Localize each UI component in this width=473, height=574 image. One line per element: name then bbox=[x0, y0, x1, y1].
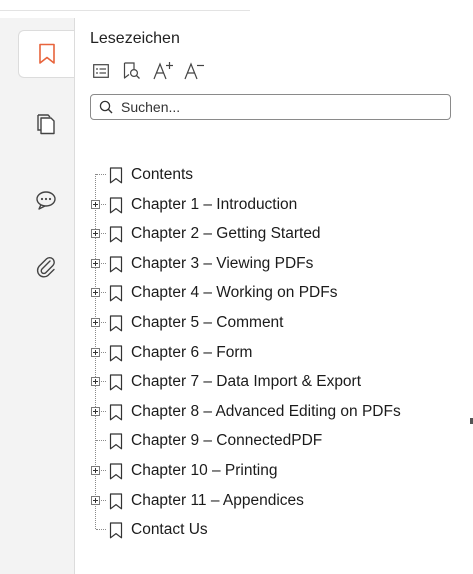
bookmark-label[interactable]: Chapter 2 – Getting Started bbox=[131, 225, 321, 243]
bookmark-label[interactable]: Chapter 8 – Advanced Editing on PDFs bbox=[131, 403, 401, 421]
bookmark-icon bbox=[109, 344, 123, 361]
tree-branch-line bbox=[96, 440, 106, 442]
bookmark-row[interactable]: Chapter 6 – Form bbox=[75, 338, 473, 368]
expand-toggle-icon[interactable] bbox=[91, 377, 100, 387]
bookmark-icon bbox=[109, 492, 123, 509]
tab-comments[interactable] bbox=[18, 176, 74, 224]
bookmark-row[interactable]: Chapter 9 – ConnectedPDF bbox=[75, 426, 473, 456]
bookmark-row[interactable]: Chapter 4 – Working on PDFs bbox=[75, 278, 473, 308]
bookmark-row[interactable]: Chapter 1 – Introduction bbox=[75, 190, 473, 220]
attachments-icon bbox=[36, 256, 55, 278]
expand-toggle-icon[interactable] bbox=[91, 288, 100, 298]
bookmark-label[interactable]: Chapter 1 – Introduction bbox=[131, 196, 297, 214]
bookmark-label[interactable]: Chapter 7 – Data Import & Export bbox=[131, 373, 361, 391]
bookmark-label[interactable]: Chapter 5 – Comment bbox=[131, 314, 284, 332]
bookmark-tree: Contents Chapter 1 – Introduction Chapter … bbox=[75, 18, 473, 574]
bookmark-label[interactable]: Contact Us bbox=[131, 521, 208, 539]
bookmark-row[interactable]: Contents bbox=[75, 160, 473, 190]
tree-branch-line bbox=[96, 529, 106, 531]
tree-branch-line bbox=[96, 174, 106, 175]
expand-toggle-icon[interactable] bbox=[91, 318, 100, 327]
bookmark-label[interactable]: Chapter 11 – Appendices bbox=[131, 492, 304, 510]
bookmark-icon bbox=[109, 315, 123, 332]
top-bar bbox=[0, 0, 473, 18]
bookmarks-icon bbox=[38, 43, 55, 64]
expand-toggle-icon[interactable] bbox=[91, 495, 100, 505]
bookmark-icon bbox=[109, 522, 123, 539]
bookmark-row[interactable]: Contact Us bbox=[75, 515, 473, 545]
tab-attachments[interactable] bbox=[18, 244, 74, 292]
top-divider bbox=[0, 10, 250, 11]
bookmark-icon bbox=[109, 374, 123, 391]
bookmarks-panel: Lesezeichen Suchen... Contents Chapter 1… bbox=[74, 18, 473, 574]
bookmark-row[interactable]: Chapter 8 – Advanced Editing on PDFs bbox=[75, 397, 473, 427]
bookmark-row[interactable]: Chapter 2 – Getting Started bbox=[75, 219, 473, 249]
bookmark-icon bbox=[109, 167, 123, 184]
expand-toggle-icon[interactable] bbox=[91, 406, 100, 416]
bookmark-row[interactable]: Chapter 3 – Viewing PDFs bbox=[75, 249, 473, 279]
bookmark-label[interactable]: Chapter 6 – Form bbox=[131, 344, 252, 362]
expand-toggle-icon[interactable] bbox=[91, 347, 100, 357]
tab-bookmarks[interactable] bbox=[18, 30, 74, 78]
bookmark-icon bbox=[109, 196, 123, 213]
comments-icon bbox=[36, 191, 56, 210]
bookmark-label[interactable]: Chapter 9 – ConnectedPDF bbox=[131, 432, 322, 450]
bookmark-label[interactable]: Chapter 4 – Working on PDFs bbox=[131, 284, 337, 302]
bookmark-icon bbox=[109, 404, 123, 421]
pages-icon bbox=[37, 114, 55, 135]
expand-toggle-icon[interactable] bbox=[91, 229, 100, 239]
bookmark-row[interactable]: Chapter 5 – Comment bbox=[75, 308, 473, 338]
bookmark-icon bbox=[109, 226, 123, 243]
bookmark-label[interactable]: Chapter 10 – Printing bbox=[131, 462, 277, 480]
expand-toggle-icon[interactable] bbox=[91, 258, 100, 268]
bookmark-label[interactable]: Contents bbox=[131, 166, 193, 184]
bookmark-icon bbox=[109, 285, 123, 302]
expand-toggle-icon[interactable] bbox=[91, 199, 100, 209]
bookmark-row[interactable]: Chapter 7 – Data Import & Export bbox=[75, 367, 473, 397]
bookmark-icon bbox=[109, 256, 123, 273]
bookmark-row[interactable]: Chapter 11 – Appendices bbox=[75, 486, 473, 516]
bookmark-label[interactable]: Chapter 3 – Viewing PDFs bbox=[131, 255, 313, 273]
sidebar-tab-strip bbox=[18, 18, 74, 574]
bookmark-icon bbox=[109, 463, 123, 480]
bookmark-icon bbox=[109, 433, 123, 450]
bookmark-row[interactable]: Chapter 10 – Printing bbox=[75, 456, 473, 486]
expand-toggle-icon[interactable] bbox=[91, 466, 100, 475]
tab-pages[interactable] bbox=[18, 100, 74, 148]
